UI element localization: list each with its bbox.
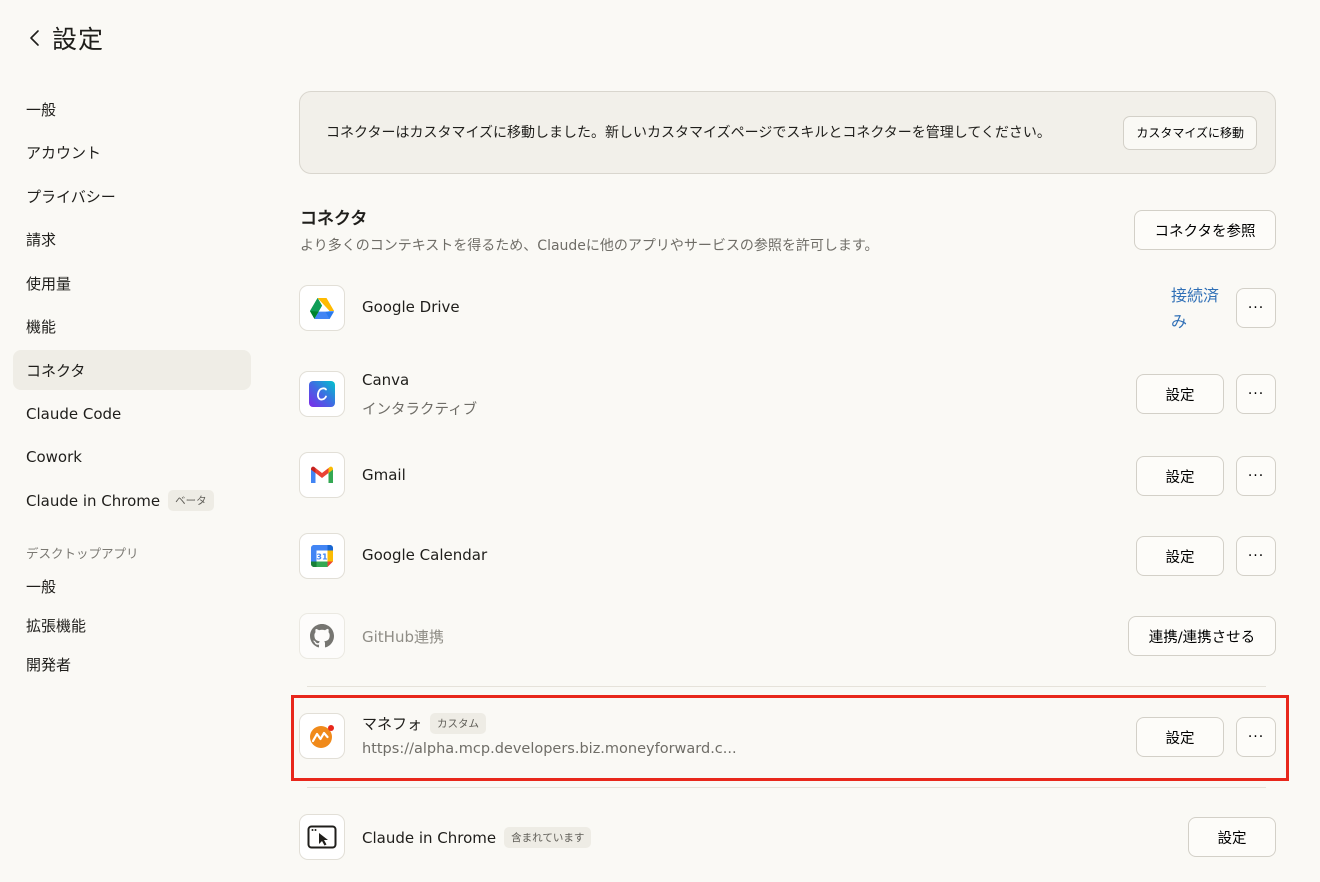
browser-cursor-icon	[299, 814, 345, 860]
desktop-section-heading: デスクトップアプリ	[26, 546, 139, 561]
more-options-button[interactable]: ···	[1236, 288, 1276, 328]
sidebar-item-label: 開発者	[26, 656, 72, 674]
browse-connectors-button[interactable]: コネクタを参照	[1134, 210, 1276, 250]
moneyforward-icon	[299, 713, 345, 759]
connector-name: Google Drive	[362, 298, 460, 316]
sidebar-item-label: プライバシー	[26, 187, 116, 206]
connector-name: GitHub連携	[362, 628, 444, 646]
connector-name: Claude in Chrome 含まれています	[362, 827, 592, 848]
connector-name-text: マネフォ	[362, 715, 423, 733]
settings-button[interactable]: 設定	[1188, 817, 1276, 857]
sidebar-item-account[interactable]: アカウント	[13, 133, 251, 173]
connector-row-canva: Canva インタラクティブ 設定 ···	[299, 371, 1276, 419]
sidebar-item-label: Claude in Chrome	[26, 491, 161, 510]
beta-badge: ベータ	[168, 490, 214, 511]
connector-name: Google Calendar	[362, 546, 488, 564]
sidebar-item-claude-code[interactable]: Claude Code	[13, 394, 251, 434]
settings-button[interactable]: 設定	[1136, 456, 1224, 496]
sidebar-item-connectors[interactable]: コネクタ	[13, 350, 251, 390]
sidebar-item-privacy[interactable]: プライバシー	[13, 176, 251, 216]
go-to-customize-button[interactable]: カスタマイズに移動	[1123, 115, 1257, 150]
gmail-icon	[299, 452, 345, 498]
settings-button[interactable]: 設定	[1136, 374, 1224, 414]
back-chevron-icon[interactable]	[24, 27, 46, 49]
more-options-button[interactable]: ···	[1236, 456, 1276, 496]
divider	[307, 787, 1266, 788]
notice-text: コネクターはカスタマイズに移動しました。新しいカスタマイズページでスキルとコネク…	[326, 124, 1051, 141]
connectors-title: コネクタ	[300, 209, 368, 229]
sidebar-item-claude-in-chrome[interactable]: Claude in Chrome ベータ	[13, 481, 251, 521]
connector-row-google-drive: Google Drive 接続済み ···	[299, 285, 1276, 333]
sidebar-item-label: コネクタ	[26, 361, 86, 380]
sidebar: 一般 アカウント プライバシー 請求 使用量 機能 コネクタ Claude Co…	[13, 89, 251, 686]
connector-name: Gmail	[362, 466, 406, 484]
connector-row-github: GitHub連携 連携/連携させる	[299, 613, 1276, 661]
sidebar-item-extensions[interactable]: 拡張機能	[13, 608, 251, 644]
sidebar-item-developer[interactable]: 開発者	[13, 647, 251, 683]
settings-button[interactable]: 設定	[1136, 536, 1224, 576]
connector-row-claude-in-chrome: Claude in Chrome 含まれています 設定	[299, 814, 1276, 862]
sidebar-item-desktop-general[interactable]: 一般	[13, 569, 251, 605]
sidebar-item-usage[interactable]: 使用量	[13, 263, 251, 303]
connector-name: Canva	[362, 371, 410, 389]
included-badge: 含まれています	[504, 827, 592, 848]
sidebar-item-label: 一般	[26, 578, 57, 596]
header: 設定	[0, 0, 1320, 76]
settings-button[interactable]: 設定	[1136, 717, 1224, 757]
sidebar-item-label: 使用量	[26, 274, 72, 293]
github-icon	[299, 613, 345, 659]
connector-subtitle: インタラクティブ	[362, 402, 478, 418]
connector-name: マネフォ カスタム	[362, 713, 487, 734]
connect-github-button[interactable]: 連携/連携させる	[1128, 616, 1276, 656]
sidebar-item-label: 機能	[26, 318, 57, 336]
sidebar-item-label: Claude Code	[26, 404, 122, 423]
sidebar-item-label: 請求	[26, 231, 57, 249]
connector-row-google-calendar: 31 Google Calendar 設定 ···	[299, 533, 1276, 581]
sidebar-item-features[interactable]: 機能	[13, 307, 251, 347]
canva-icon	[299, 371, 345, 417]
connected-status[interactable]: 接続済み	[1171, 283, 1231, 335]
sidebar-item-cowork[interactable]: Cowork	[13, 437, 251, 477]
page-title: 設定	[52, 25, 105, 54]
sidebar-item-label: アカウント	[26, 144, 102, 162]
google-calendar-icon: 31	[299, 533, 345, 579]
connector-row-manefo: マネフォ カスタム https://alpha.mcp.developers.b…	[299, 713, 1276, 761]
sidebar-item-general[interactable]: 一般	[13, 89, 251, 129]
connectors-description: より多くのコンテキストを得るため、Claudeに他のアプリやサービスの参照を許可…	[300, 238, 879, 254]
sidebar-item-billing[interactable]: 請求	[13, 220, 251, 260]
google-drive-icon	[299, 285, 345, 331]
more-options-button[interactable]: ···	[1236, 374, 1276, 414]
custom-badge: カスタム	[430, 713, 487, 734]
connector-name-text: Claude in Chrome	[362, 828, 497, 847]
sidebar-item-label: 拡張機能	[26, 617, 87, 635]
sidebar-item-label: 一般	[26, 100, 57, 119]
calendar-icon-number: 31	[316, 553, 328, 562]
more-options-button[interactable]: ···	[1236, 717, 1276, 757]
more-options-button[interactable]: ···	[1236, 536, 1276, 576]
sidebar-item-label: Cowork	[26, 448, 82, 466]
connector-url: https://alpha.mcp.developers.biz.moneyfo…	[362, 741, 737, 757]
connector-row-gmail: Gmail 設定 ···	[299, 452, 1276, 500]
notice-banner: コネクターはカスタマイズに移動しました。新しいカスタマイズページでスキルとコネク…	[299, 91, 1276, 174]
divider	[307, 686, 1266, 687]
